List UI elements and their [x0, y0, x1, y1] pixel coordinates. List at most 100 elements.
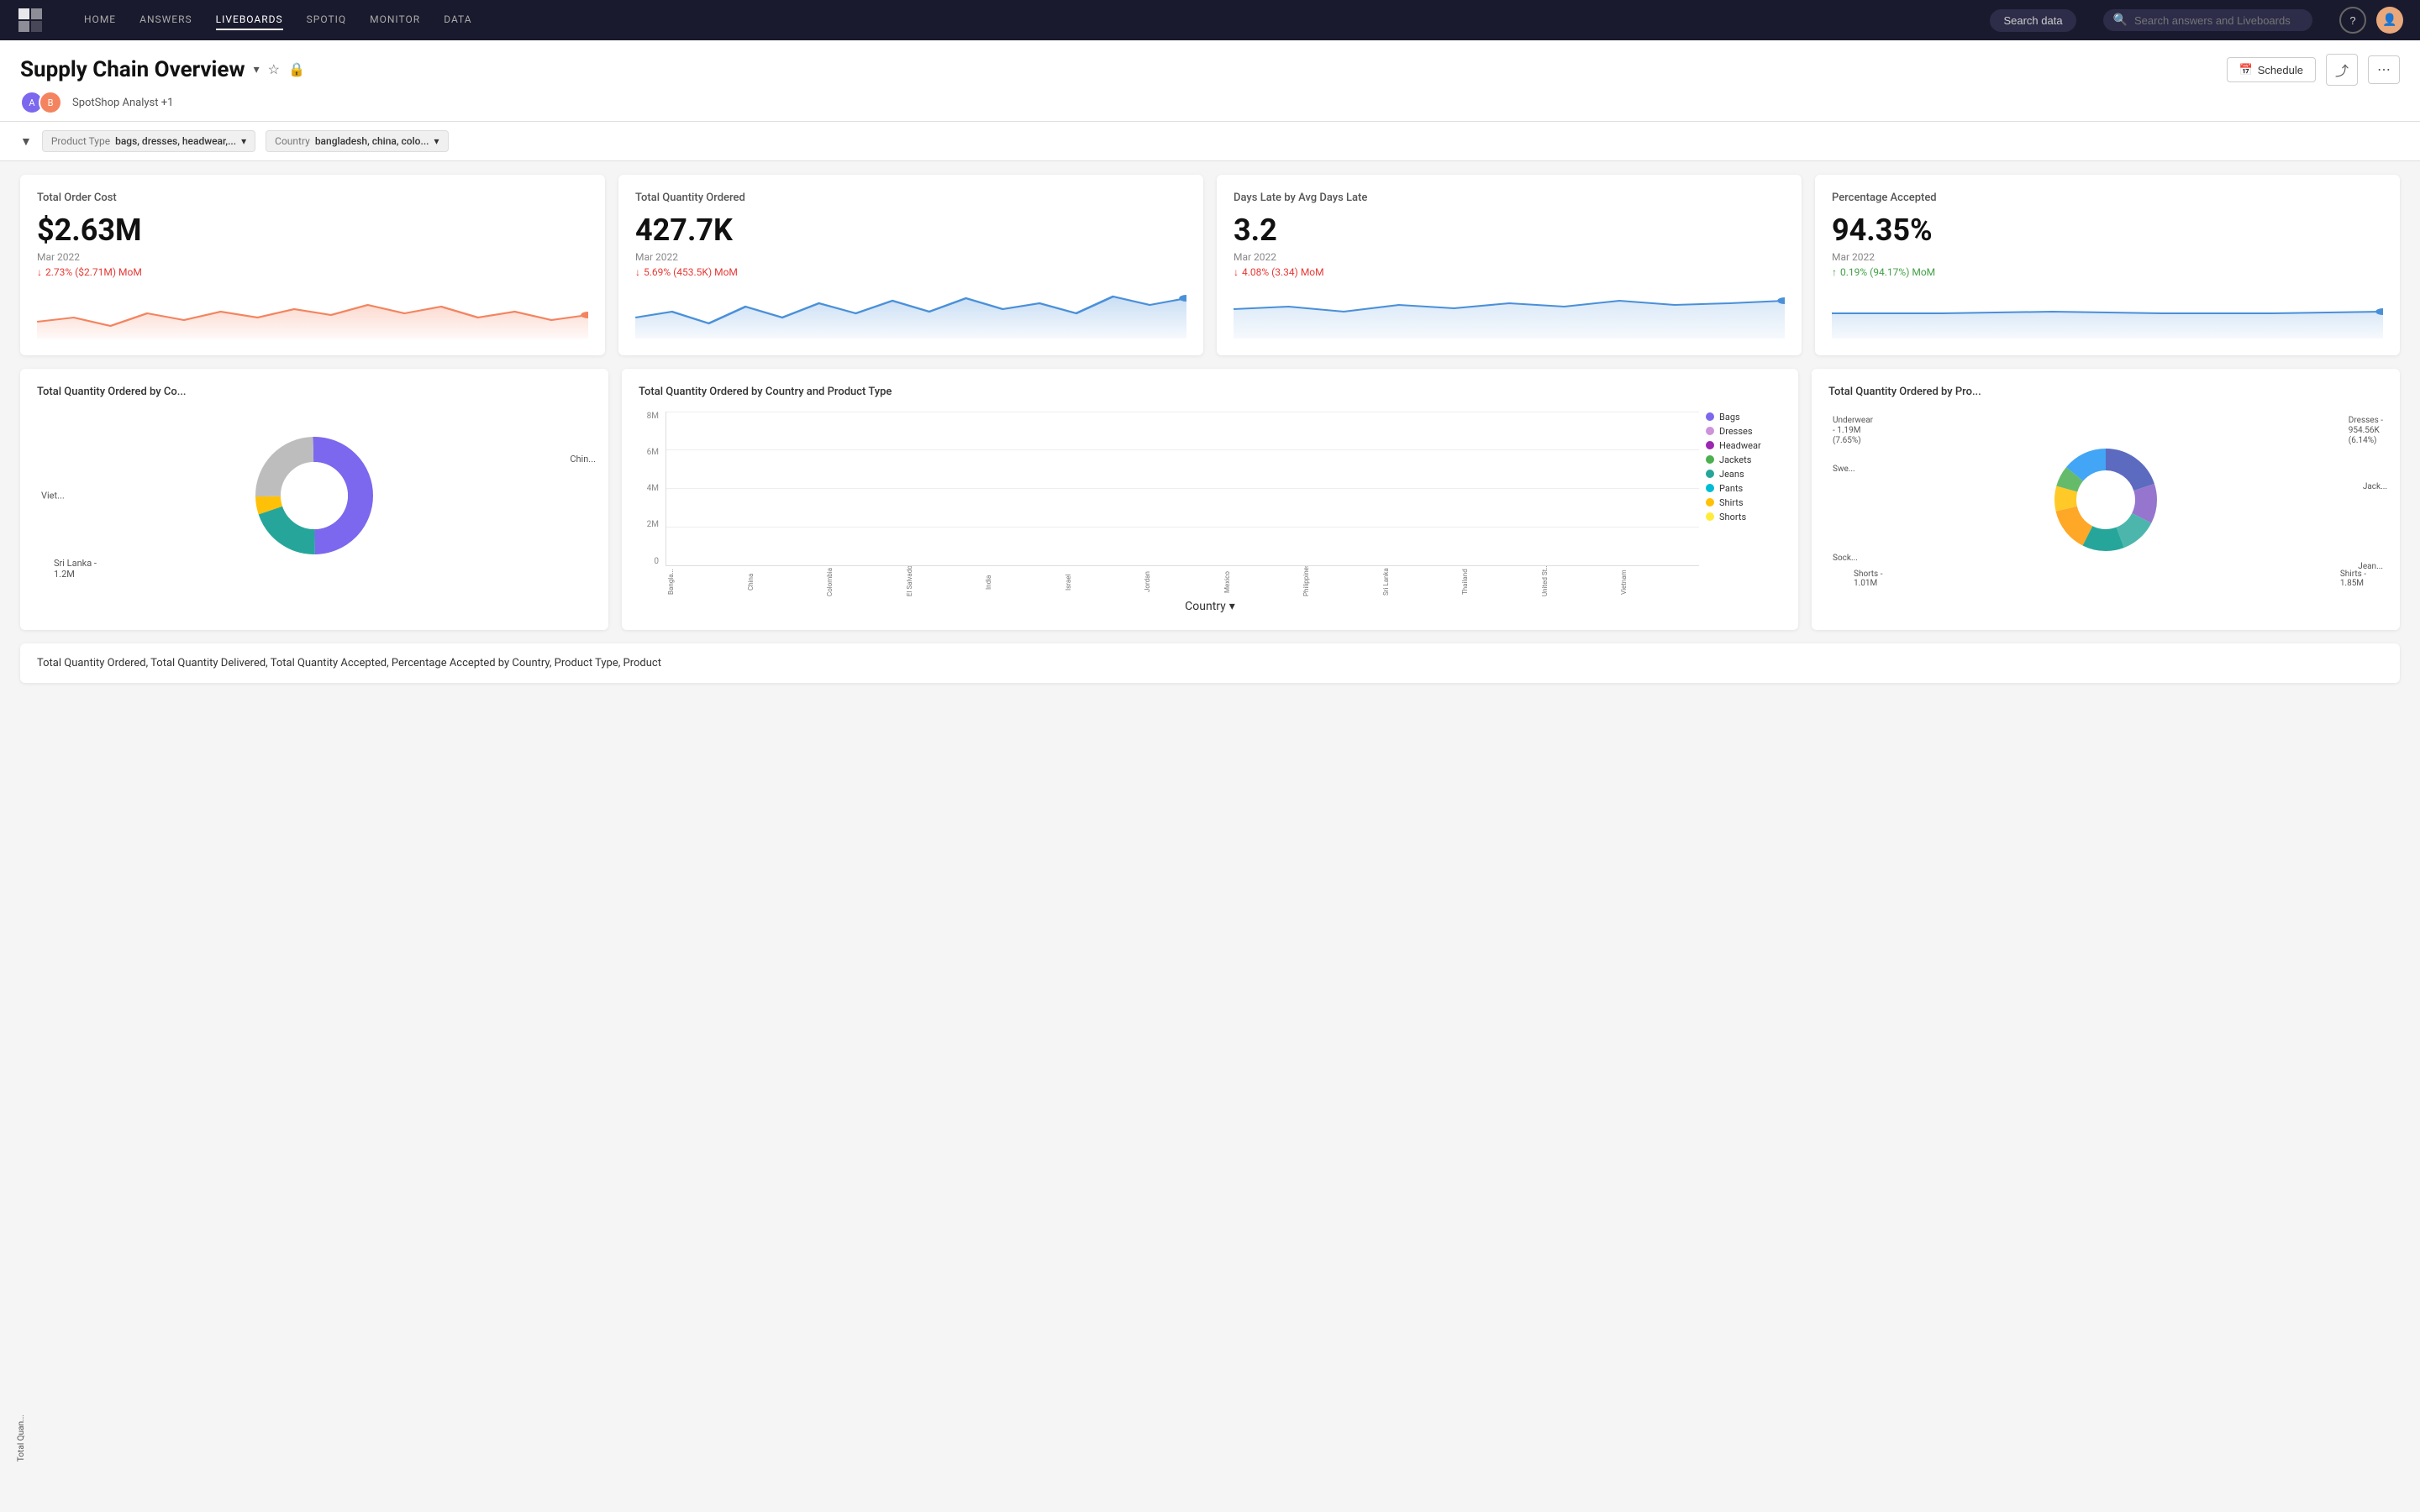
country-dropdown[interactable]: Country ▾ — [1185, 600, 1235, 613]
kpi-total-quantity-ordered: Total Quantity Ordered 427.7K Mar 2022 ↓… — [618, 175, 1203, 355]
donut1-label-china: Chin... — [570, 454, 596, 465]
help-button[interactable]: ? — [2339, 7, 2366, 34]
legend-shorts: Shorts — [1706, 512, 1781, 522]
kpi-days-late: Days Late by Avg Days Late 3.2 Mar 2022 … — [1217, 175, 1802, 355]
filter-product-type[interactable]: Product Type bags, dresses, headwear,...… — [42, 130, 255, 152]
kpi-sparkline-2 — [635, 288, 1186, 339]
donut2-label-underwear: Underwear- 1.19M(7.65%) — [1833, 416, 1873, 446]
chart-donut-product: Total Quantity Ordered by Pro... Underwe… — [1812, 369, 2400, 630]
share-button[interactable]: ⤴ — [2326, 54, 2358, 86]
legend-shirts: Shirts — [1706, 497, 1781, 508]
dropdown-icon: ▾ — [1229, 600, 1235, 613]
title-actions: 📅 Schedule ⤴ ⋯ — [2227, 54, 2400, 86]
legend-jackets: Jackets — [1706, 454, 1781, 465]
filter-bar: ▼ Product Type bags, dresses, headwear,.… — [0, 122, 2420, 161]
kpi-sparkline-3 — [1234, 288, 1785, 339]
chart-title-bar: Total Quantity Ordered by Country and Pr… — [639, 386, 1781, 398]
donut2-label-dresses: Dresses -954.56K(6.14%) — [2349, 416, 2383, 446]
nav-liveboards[interactable]: LIVEBOARDS — [216, 10, 283, 30]
donut1-label-srilanka: Sri Lanka -1.2M — [54, 558, 97, 580]
donut2-label-sweaters: Swe... — [1833, 465, 1855, 474]
legend-pants: Pants — [1706, 483, 1781, 494]
subtitle-text: SpotShop Analyst +1 — [72, 97, 173, 109]
kpi-value-3: 3.2 — [1234, 214, 1785, 248]
donut1-container: Chin... Viet... Sri Lanka -1.2M — [37, 412, 592, 580]
kpi-period-1: Mar 2022 — [37, 251, 588, 263]
kpi-sparkline-4 — [1832, 288, 2383, 339]
kpi-change-2: ↓ 5.69% (453.5K) MoM — [635, 266, 1186, 278]
search-input[interactable] — [2134, 14, 2302, 27]
filter-country[interactable]: Country bangladesh, china, colo... ▾ — [266, 130, 448, 152]
kpi-value-4: 94.35% — [1832, 214, 2383, 248]
kpi-total-order-cost: Total Order Cost $2.63M Mar 2022 ↓ 2.73%… — [20, 175, 605, 355]
page-header: Supply Chain Overview ▾ ☆ 🔒 📅 Schedule ⤴… — [0, 40, 2420, 122]
kpi-row: Total Order Cost $2.63M Mar 2022 ↓ 2.73%… — [20, 175, 2400, 355]
filter-key-1: Product Type — [51, 135, 110, 147]
user-avatar[interactable]: 👤 — [2376, 7, 2403, 34]
search-icon: 🔍 — [2113, 13, 2128, 27]
page-title: Supply Chain Overview — [20, 57, 245, 82]
kpi-sparkline-1 — [37, 288, 588, 339]
kpi-value-2: 427.7K — [635, 214, 1186, 248]
kpi-title-4: Percentage Accepted — [1832, 192, 2383, 204]
star-button[interactable]: ☆ — [268, 61, 280, 78]
kpi-change-1: ↓ 2.73% ($2.71M) MoM — [37, 266, 588, 278]
chart-donut-country: Total Quantity Ordered by Co... Chin... — [20, 369, 608, 630]
nav-spotiq[interactable]: SPOTIQ — [307, 10, 346, 30]
title-left: Supply Chain Overview ▾ ☆ 🔒 — [20, 57, 305, 82]
nav-monitor[interactable]: MONITOR — [370, 10, 420, 30]
bar-chart-main: Bangla... China Colombia El Salvador Ind… — [666, 412, 1699, 596]
legend-jeans: Jeans — [1706, 469, 1781, 480]
legend-bags: Bags — [1706, 412, 1781, 423]
bar-chart-legend: Bags Dresses Headwear Jackets — [1706, 412, 1781, 596]
schedule-icon: 📅 — [2239, 63, 2253, 76]
filter-icon: ▼ — [20, 134, 32, 149]
collaborator-avatars: A B — [20, 91, 57, 114]
filter-val-2: bangladesh, china, colo... — [315, 135, 429, 147]
x-axis-title: Country ▾ — [639, 600, 1781, 613]
nav-answers[interactable]: ANSWERS — [139, 10, 192, 30]
legend-dresses: Dresses — [1706, 426, 1781, 437]
chart-bar-country-product: Total Quantity Ordered by Country and Pr… — [622, 369, 1798, 630]
kpi-title-3: Days Late by Avg Days Late — [1234, 192, 1785, 204]
bars-area — [666, 412, 1699, 566]
kpi-arrow-down-2: ↓ — [635, 266, 640, 278]
donut2-label-socks: Sock... — [1833, 554, 1858, 563]
kpi-value-1: $2.63M — [37, 214, 588, 248]
schedule-button[interactable]: 📅 Schedule — [2227, 57, 2316, 82]
nav-data[interactable]: DATA — [444, 10, 471, 30]
donut2-label-jackets: Jack... — [2363, 482, 2387, 491]
nav-home[interactable]: HOME — [84, 10, 116, 30]
lock-button[interactable]: 🔒 — [288, 61, 305, 78]
search-data-button[interactable]: Search data — [1990, 9, 2075, 32]
y-axis-title: Total Quan... — [17, 1415, 26, 1462]
title-dropdown-icon[interactable]: ▾ — [254, 63, 260, 76]
navbar: HOME ANSWERS LIVEBOARDS SPOTIQ MONITOR D… — [0, 0, 2420, 40]
kpi-title-2: Total Quantity Ordered — [635, 192, 1186, 204]
y-axis-labels: 8M 6M 4M 2M 0 — [639, 412, 659, 596]
donut2-label-shirts: Shirts -1.85M — [2340, 570, 2366, 588]
schedule-label: Schedule — [2258, 64, 2303, 76]
kpi-arrow-down-3: ↓ — [1234, 266, 1239, 278]
filter-chevron-2: ▾ — [434, 135, 439, 147]
kpi-title-1: Total Order Cost — [37, 192, 588, 204]
kpi-period-2: Mar 2022 — [635, 251, 1186, 263]
legend-headwear: Headwear — [1706, 440, 1781, 451]
chart-title-donut2: Total Quantity Ordered by Pro... — [1828, 386, 2383, 398]
bottom-section-title: Total Quantity Ordered, Total Quantity D… — [37, 657, 2383, 669]
page-subtitle: A B SpotShop Analyst +1 — [20, 91, 2400, 114]
filter-key-2: Country — [275, 135, 310, 147]
avatar-2: B — [39, 91, 62, 114]
charts-row: Total Quantity Ordered by Co... Chin... — [20, 369, 2400, 630]
more-options-button[interactable]: ⋯ — [2368, 55, 2400, 84]
donut2-container: Underwear- 1.19M(7.65%) Dresses -954.56K… — [1828, 412, 2383, 588]
grid-lines — [666, 412, 1699, 565]
bottom-section: Total Quantity Ordered, Total Quantity D… — [20, 643, 2400, 683]
nav-links: HOME ANSWERS LIVEBOARDS SPOTIQ MONITOR D… — [84, 10, 1963, 30]
filter-chevron-1: ▾ — [241, 135, 246, 147]
logo — [17, 7, 57, 34]
title-row: Supply Chain Overview ▾ ☆ 🔒 📅 Schedule ⤴… — [20, 54, 2400, 86]
kpi-arrow-up-4: ↑ — [1832, 266, 1837, 278]
title-icon-group: ☆ 🔒 — [268, 61, 305, 78]
bar-chart-section: 8M 6M 4M 2M 0 — [639, 412, 1781, 596]
